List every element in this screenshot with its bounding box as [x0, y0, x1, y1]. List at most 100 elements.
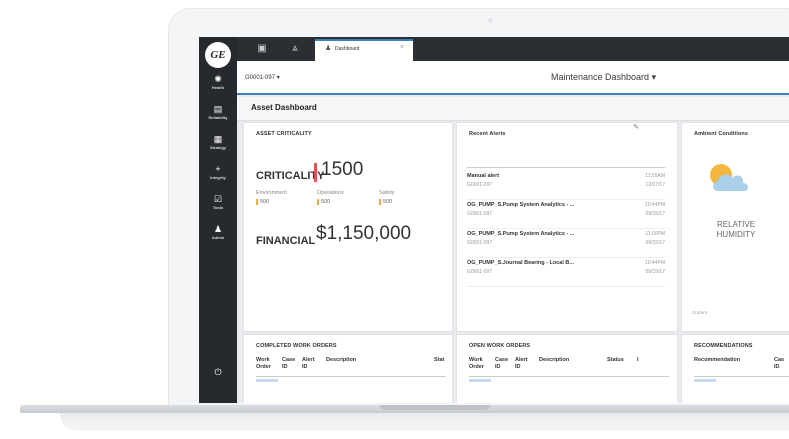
operations-value: 500 — [321, 199, 331, 205]
alert-item[interactable]: Manual alert G0001-097 11:55AM 12/07/17 — [467, 172, 665, 200]
table-divider — [694, 376, 789, 377]
top-bar: G0001-097 ▾ Maintenance Dashboard ▾ — [237, 61, 789, 95]
alert-time: 11:00PM — [645, 231, 665, 237]
environment-indicator — [256, 199, 258, 205]
alert-item[interactable]: OG_PUMP_S.Pump System Analytics - ... G0… — [467, 201, 665, 229]
close-icon[interactable]: × — [400, 44, 404, 51]
alert-asset: G0001-097 — [467, 240, 493, 246]
alert-time: 10:44PM — [644, 260, 665, 266]
laptop-base — [60, 413, 789, 431]
alert-name: Manual alert — [467, 173, 500, 179]
power-icon[interactable]: ⏻ — [199, 367, 237, 378]
col-work-order: Work Order — [256, 357, 271, 370]
nav-item-health[interactable]: ✺ Health — [199, 73, 237, 103]
ambient-conditions-card: Ambient Conditions RELATIVE HUMIDITY Cur… — [681, 122, 789, 332]
nav-item-admin[interactable]: ♟ Admin — [199, 223, 237, 253]
nav-item-tools[interactable]: ☑ Tools — [199, 193, 237, 223]
hierarchy-tab-icon[interactable]: ⩓ — [280, 37, 310, 61]
partly-cloudy-icon — [710, 164, 749, 191]
edit-icon[interactable]: ✎ — [633, 123, 639, 131]
ge-logo[interactable]: GE — [205, 42, 231, 68]
alert-item[interactable]: OG_PUMP_S.Journal Bearing - Local B... G… — [467, 259, 665, 287]
safety-value: 500 — [383, 199, 393, 205]
col-case-id: Cas ID — [774, 357, 785, 370]
col-status: Stat — [434, 357, 445, 363]
alert-asset: G0001-097 — [467, 211, 493, 217]
recommendations-card: RECOMMENDATIONS Recommendation Cas ID — [681, 334, 789, 403]
strategy-icon: ▦ — [213, 134, 223, 144]
alert-date: 09/15/17 — [645, 211, 665, 217]
alert-name: OG_PUMP_S.Pump System Analytics - ... — [467, 231, 575, 237]
table-divider — [469, 376, 669, 377]
calendar-tab-icon[interactable]: ▣ — [247, 37, 277, 61]
table-divider — [256, 376, 446, 377]
alert-asset: G0001-097 — [467, 182, 493, 188]
nav-label: Integrity — [210, 175, 226, 180]
completed-work-orders-card: COMPLETED WORK ORDERS Work Order Case ID… — [243, 334, 453, 403]
card-heading: ASSET CRITICALITY — [256, 131, 312, 137]
alert-date: 09/15/17 — [645, 240, 665, 246]
nav-label: Strategy — [209, 145, 226, 150]
alert-asset: G0001-097 — [467, 269, 493, 275]
grid-icon: ▤ — [213, 104, 223, 114]
laptop-notch — [380, 405, 490, 410]
col-alert-id: Alert ID — [515, 357, 528, 370]
gear-icon: ✺ — [214, 74, 222, 84]
nav-label: Admin — [211, 235, 225, 240]
asset-selector[interactable]: G0001-097 ▾ — [245, 74, 280, 81]
financial-value: $1,150,000 — [316, 223, 412, 244]
nav-item-reliability[interactable]: ▤ Reliability — [199, 103, 237, 133]
nav-label: Reliability — [208, 115, 228, 120]
safety-indicator — [379, 199, 381, 205]
dashboard-selector[interactable]: Maintenance Dashboard ▾ — [551, 72, 656, 83]
left-nav: GE ✺ Health ▤ Reliability ▦ Strategy + I… — [199, 37, 237, 403]
laptop-mockup: GE ✺ Health ▤ Reliability ▦ Strategy + I… — [0, 0, 789, 439]
operations-indicator — [317, 199, 319, 205]
col-case-id: Case ID — [282, 357, 296, 370]
user-icon: ♟ — [325, 45, 332, 52]
col-extra: I — [637, 357, 639, 363]
operations-label: Operations — [317, 190, 344, 196]
nav-item-integrity[interactable]: + Integrity — [199, 163, 237, 193]
nav-item-strategy[interactable]: ▦ Strategy — [199, 133, 237, 163]
alert-time: 10:44PM — [644, 202, 665, 208]
current-label: Current — [692, 310, 708, 315]
col-work-order: Work Order — [469, 357, 484, 370]
environment-value: 500 — [260, 199, 270, 205]
financial-label: FINANCIAL — [256, 235, 316, 247]
alert-time: 11:55AM — [645, 173, 665, 179]
alerts-divider — [467, 167, 665, 168]
col-description: Description — [539, 357, 570, 363]
camera-dot — [488, 18, 493, 23]
table-row-link[interactable] — [256, 379, 278, 382]
tab-dashboard[interactable]: ♟ Dashboard × — [315, 39, 413, 61]
tab-bar: ▣ ⩓ ♟ Dashboard × — [237, 37, 789, 61]
alert-item[interactable]: OG_PUMP_S.Pump System Analytics - ... G0… — [467, 230, 665, 258]
main-content: G0001-097 ▾ Maintenance Dashboard ▾ Asse… — [237, 61, 789, 403]
criticality-indicator — [314, 163, 317, 182]
table-row-link[interactable] — [694, 379, 716, 382]
page-header: Asset Dashboard — [237, 97, 789, 121]
rh-line-2: HUMIDITY — [716, 230, 756, 239]
page-title: Asset Dashboard — [251, 103, 317, 112]
user-icon: ♟ — [213, 224, 223, 234]
alert-date: 12/07/17 — [645, 182, 665, 188]
rh-line-1: RELATIVE — [716, 220, 756, 229]
col-recommendation: Recommendation — [694, 357, 741, 363]
safety-label: Safety — [379, 190, 395, 196]
col-description: Description — [326, 357, 357, 363]
nav-label: Tools — [212, 205, 224, 210]
tab-label: Dashboard — [335, 46, 360, 52]
relative-humidity: RELATIVE HUMIDITY — [682, 220, 789, 240]
asset-criticality-card: ASSET CRITICALITY CRITICALITY 1500 Envir… — [243, 122, 453, 332]
col-status: Status — [607, 357, 624, 363]
recent-alerts-card: Recent Alerts ✎ Manual alert G0001-097 1… — [456, 122, 678, 332]
checklist-icon: ☑ — [213, 194, 223, 204]
alert-name: OG_PUMP_S.Journal Bearing - Local B... — [467, 260, 574, 266]
environment-label: Environment — [256, 190, 287, 196]
table-row-link[interactable] — [469, 379, 491, 382]
open-work-orders-card: OPEN WORK ORDERS Work Order Case ID Aler… — [456, 334, 678, 403]
card-heading: Recent Alerts — [469, 131, 506, 137]
alert-date: 09/15/17 — [645, 269, 665, 275]
card-heading: COMPLETED WORK ORDERS — [256, 343, 337, 349]
